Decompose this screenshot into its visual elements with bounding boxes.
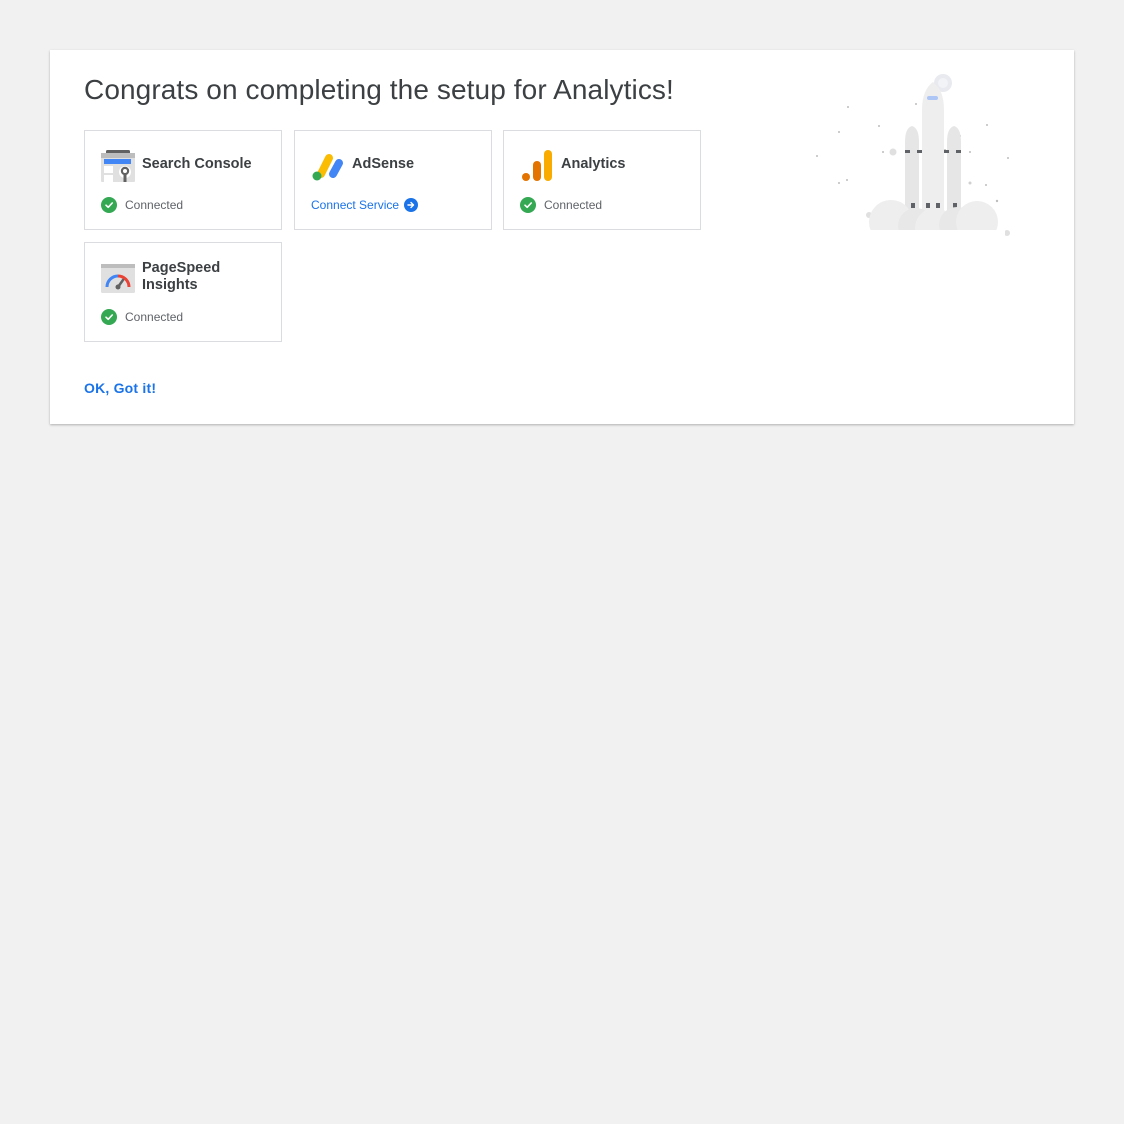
- service-card-analytics: Analytics Connected: [503, 130, 701, 230]
- status-connected: Connected: [101, 308, 183, 326]
- analytics-icon: [520, 148, 554, 182]
- page-title: Congrats on completing the setup for Ana…: [84, 74, 674, 105]
- status-label: Connected: [125, 198, 184, 212]
- service-card-adsense: AdSense Connect Service: [294, 130, 492, 230]
- search-console-icon: [101, 148, 135, 182]
- status-label: Connected: [125, 310, 184, 324]
- status-connected: Connected: [520, 196, 602, 214]
- check-circle-icon: [101, 309, 117, 325]
- arrow-circle-right-icon[interactable]: [404, 198, 419, 212]
- status-label: Connected: [544, 198, 603, 212]
- check-circle-icon: [101, 197, 117, 213]
- service-name: Analytics: [561, 156, 626, 172]
- ok-got-it-button[interactable]: OK, Got it!: [84, 380, 156, 396]
- service-name: Search Console: [142, 156, 252, 172]
- adsense-icon: [311, 148, 345, 182]
- service-name: PageSpeed Insights: [142, 260, 221, 293]
- check-circle-icon: [520, 197, 536, 213]
- pagespeed-insights-icon: [101, 260, 135, 294]
- service-card-search-console: Search Console Connected: [84, 130, 282, 230]
- status-connected: Connected: [101, 196, 183, 214]
- setup-complete-card: Congrats on completing the setup for Ana…: [50, 50, 1074, 424]
- connect-service-label[interactable]: Connect Service: [311, 198, 399, 212]
- rocket-launch-illustration: [785, 70, 1045, 248]
- service-card-pagespeed-insights: PageSpeed Insights Connected: [84, 242, 282, 342]
- service-name: AdSense: [352, 156, 415, 172]
- connect-service-link[interactable]: Connect Service: [311, 196, 419, 214]
